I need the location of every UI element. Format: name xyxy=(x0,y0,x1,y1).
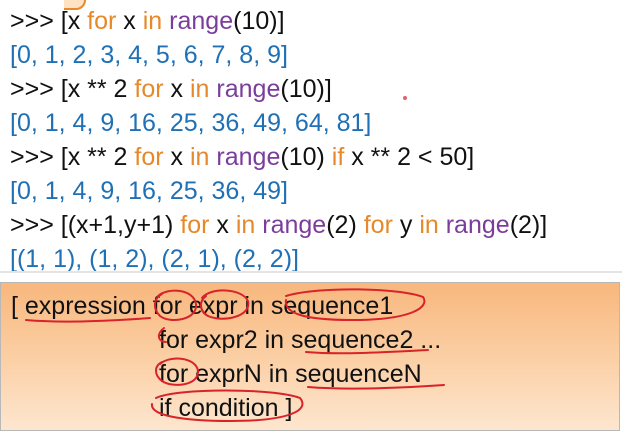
syntax-ellipsis: ... xyxy=(413,326,442,354)
token-keyword: if xyxy=(331,143,345,171)
syntax-for-3: for xyxy=(159,360,189,388)
token-keyword: in xyxy=(190,75,210,103)
token-prompt: >>> xyxy=(10,7,61,35)
token-builtin: range xyxy=(169,7,234,35)
token-output: [0, 1, 4, 9, 16, 25, 36, 49, 64, 81] xyxy=(10,109,372,137)
token-builtin: range xyxy=(445,211,510,239)
syntax-expression: expression xyxy=(24,292,146,320)
token-plain: [(x+1,y+1) xyxy=(60,211,181,239)
token-plain: (10) xyxy=(280,143,332,171)
console-output-line: [0, 1, 4, 9, 16, 25, 36, 49] xyxy=(10,174,288,208)
syntax-exprn-in: exprN in xyxy=(188,360,296,388)
syntax-line-3: for exprN in sequenceN xyxy=(159,357,422,391)
token-plain: [x ** 2 xyxy=(60,143,135,171)
syntax-line-4: if condition ] xyxy=(159,391,292,425)
section-divider xyxy=(0,271,622,273)
syntax-sequence-1: sequence1 xyxy=(270,292,394,320)
token-builtin: range xyxy=(216,143,281,171)
syntax-box: [ expression for expr in sequence1 for e… xyxy=(0,282,620,431)
token-plain: (10)] xyxy=(280,75,332,103)
token-plain: [x ** 2 xyxy=(60,75,135,103)
token-keyword: for xyxy=(134,75,164,103)
token-keyword: for xyxy=(180,211,210,239)
console-output-line: [0, 1, 2, 3, 4, 5, 6, 7, 8, 9] xyxy=(10,38,288,72)
syntax-in-1: in xyxy=(237,292,271,320)
token-keyword: for xyxy=(363,211,393,239)
token-plain: x xyxy=(209,211,236,239)
python-console: >>> [x for x in range(10)] [0, 1, 2, 3, 4… xyxy=(0,0,622,273)
token-keyword: in xyxy=(190,143,210,171)
console-input-line: >>> [x ** 2 for x in range(10) if x ** 2… xyxy=(10,140,474,174)
token-output: [0, 1, 2, 3, 4, 5, 6, 7, 8, 9] xyxy=(10,41,288,69)
token-prompt: >>> xyxy=(10,75,61,103)
syntax-line-2: for expr2 in sequence2 ... xyxy=(159,323,441,357)
token-plain: (2)] xyxy=(509,211,548,239)
token-plain: (2) xyxy=(326,211,364,239)
syntax-for-1: for xyxy=(152,292,182,320)
syntax-sequence-2: sequence2 xyxy=(291,326,414,354)
console-input-line: >>> [(x+1,y+1) for x in range(2) for y i… xyxy=(10,208,547,242)
syntax-for-2: for xyxy=(159,326,189,354)
syntax-line-1: [ expression for expr in sequence1 xyxy=(11,289,393,323)
token-keyword: in xyxy=(419,211,439,239)
token-plain: (10)] xyxy=(233,7,285,35)
token-builtin: range xyxy=(262,211,327,239)
token-plain: x xyxy=(163,143,190,171)
token-prompt: >>> xyxy=(10,211,61,239)
token-output: [0, 1, 4, 9, 16, 25, 36, 49] xyxy=(10,177,288,205)
syntax-sequence-n: sequenceN xyxy=(295,360,422,388)
token-prompt: >>> xyxy=(10,143,61,171)
token-plain: [x xyxy=(60,7,88,35)
console-input-line: >>> [x for x in range(10)] xyxy=(10,4,285,38)
console-output-line: [0, 1, 4, 9, 16, 25, 36, 49, 64, 81] xyxy=(10,106,371,140)
syntax-bracket-open: [ xyxy=(11,292,25,320)
token-keyword: for xyxy=(87,7,117,35)
token-output: [(1, 1), (1, 2), (2, 1), (2, 2)] xyxy=(10,245,299,273)
console-input-line: >>> [x ** 2 for x in range(10)] xyxy=(10,72,332,106)
token-builtin: range xyxy=(216,75,281,103)
token-plain: x xyxy=(116,7,143,35)
token-plain: x xyxy=(163,75,190,103)
syntax-expr2-in: expr2 in xyxy=(188,326,292,354)
annotation-dot xyxy=(403,96,407,100)
syntax-bracket-close: ] xyxy=(278,394,293,422)
token-plain: y xyxy=(392,211,420,239)
token-plain: x ** 2 < 50] xyxy=(344,143,475,171)
token-keyword: in xyxy=(142,7,163,35)
syntax-if-condition: if condition xyxy=(159,394,279,422)
token-keyword: in xyxy=(235,211,256,239)
token-keyword: for xyxy=(134,143,164,171)
syntax-expr: expr xyxy=(188,292,238,320)
